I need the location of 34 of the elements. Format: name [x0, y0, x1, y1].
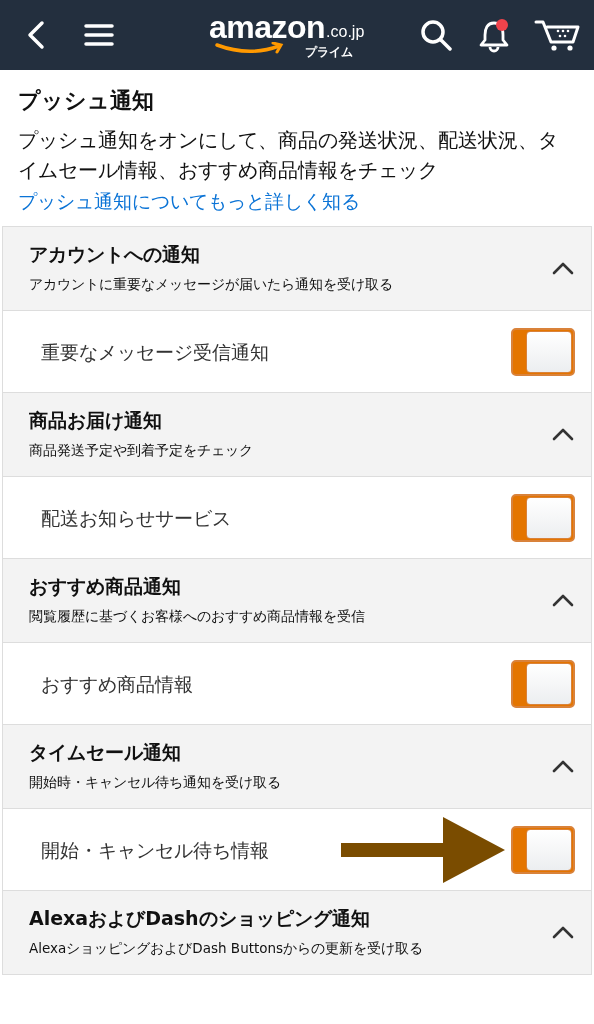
setting-label: 重要なメッセージ受信通知: [41, 339, 270, 365]
toggle-switch[interactable]: [511, 327, 575, 376]
logo-text[interactable]: amazon: [208, 9, 326, 46]
section-subtitle: 閲覧履歴に基づくお客様へのおすすめ商品情報を受信: [29, 607, 365, 627]
toggle-switch[interactable]: [511, 825, 575, 874]
menu-icon[interactable]: [84, 23, 114, 47]
section-header[interactable]: アカウントへの通知 アカウントに重要なメッセージが届いたら通知を受け取る: [3, 227, 591, 312]
section-title: 商品お届け通知: [29, 409, 163, 433]
section-subtitle: アカウントに重要なメッセージが届いたら通知を受け取る: [29, 275, 393, 295]
back-icon[interactable]: [26, 20, 46, 50]
section-header[interactable]: AlexaおよびDashのショッピング通知 AlexaショッピングおよびDash Buttonsからの更新を受け取る: [3, 891, 591, 976]
page-title: プッシュ通知: [18, 88, 155, 115]
section-title: AlexaおよびDashのショッピング通知: [29, 907, 371, 931]
logo-tagline: プライム: [305, 44, 354, 61]
setting-label: 開始・キャンセル待ち情報: [41, 837, 270, 863]
logo-domain: .co.jp: [326, 23, 365, 41]
search-icon[interactable]: [420, 19, 452, 51]
section-header[interactable]: 商品お届け通知 商品発送予定や到着予定をチェック: [3, 393, 591, 478]
section-title: おすすめ商品通知: [29, 575, 182, 599]
section-header[interactable]: おすすめ商品通知 閲覧履歴に基づくお客様へのおすすめ商品情報を受信: [3, 559, 591, 644]
setting-label: 配送お知らせサービス: [41, 505, 232, 531]
toggle-switch[interactable]: [511, 493, 575, 542]
section-header[interactable]: タイムセール通知 開始時・キャンセル待ち通知を受け取る: [3, 725, 591, 810]
section-title: アカウントへの通知: [29, 243, 201, 267]
section-subtitle: AlexaショッピングおよびDash Buttonsからの更新を受け取る: [29, 939, 424, 959]
section-title: タイムセール通知: [29, 741, 182, 765]
toggle-switch[interactable]: [511, 659, 575, 708]
section-subtitle: 開始時・キャンセル待ち通知を受け取る: [29, 773, 281, 793]
learn-more-link[interactable]: プッシュ通知についてもっと詳しく知る: [18, 186, 360, 217]
smile-arrow-icon: [214, 42, 285, 54]
section-subtitle: 商品発送予定や到着予定をチェック: [29, 441, 253, 461]
setting-label: おすすめ商品情報: [41, 671, 194, 697]
description: プッシュ通知をオンにして、商品の発送状況、配送状況、タイムセール情報、おすすめ商品情報をチェック: [18, 128, 559, 185]
cart-icon[interactable]: [534, 18, 580, 52]
